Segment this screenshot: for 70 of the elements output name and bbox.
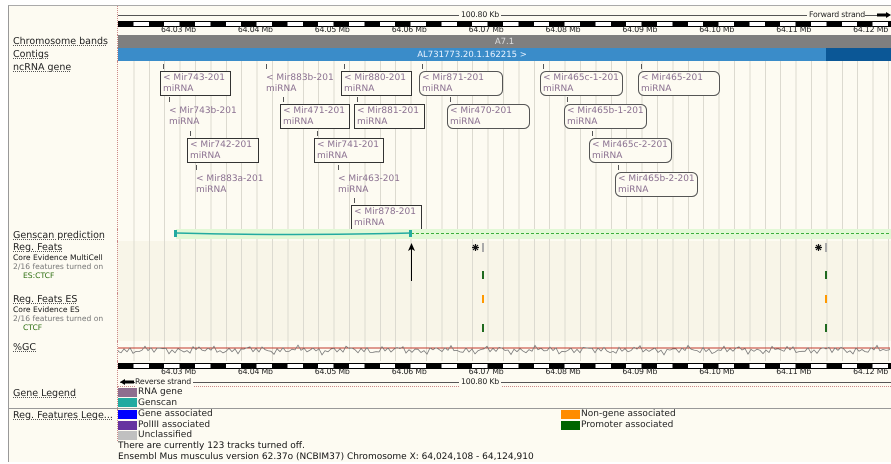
gene-label[interactable]: < Mir463-201 miRNA	[335, 172, 403, 197]
feature-mark[interactable]	[825, 295, 827, 303]
feature-tick	[354, 198, 355, 203]
track-label[interactable]: Chromosome bands	[13, 36, 117, 47]
chromosome-band: A7.1	[118, 35, 891, 48]
feature-mark[interactable]	[825, 271, 827, 279]
track-label[interactable]: Genscan prediction	[13, 230, 117, 241]
gene-label[interactable]: < Mir465-201 miRNA	[638, 71, 720, 96]
feature-tick	[592, 131, 593, 136]
up-arrow	[408, 243, 415, 281]
strand-arrow-icon	[877, 12, 891, 18]
feature-mark[interactable]	[825, 324, 827, 332]
legend-text: Non-gene associated	[581, 409, 676, 420]
gene-label[interactable]: < Mir471-201 miRNA	[280, 104, 350, 129]
feature-tick	[567, 97, 568, 102]
legend-text: PolIII associated	[138, 420, 210, 430]
gene-label[interactable]: < Mir881-201 miRNA	[354, 104, 425, 129]
legend-text: Unclassified	[138, 430, 192, 441]
contig-bar	[826, 48, 891, 61]
track-label[interactable]: Reg. Feats	[13, 242, 117, 253]
feature-tick	[196, 165, 197, 170]
gene-label[interactable]: < Mir871-201 miRNA	[419, 71, 503, 96]
feature-tick	[266, 64, 267, 69]
gene-label[interactable]: < Mir883b-201 miRNA	[263, 71, 337, 96]
gene-label[interactable]: < Mir743b-201 miRNA	[166, 104, 240, 129]
feature-tick	[357, 97, 358, 102]
gene-label[interactable]: < Mir880-201 miRNA	[341, 71, 412, 96]
gene-label[interactable]: < Mir883a-201 miRNA	[193, 172, 266, 197]
legend-text: Promoter associated	[581, 420, 674, 430]
track-label[interactable]: ncRNA gene	[13, 62, 117, 73]
legend-label[interactable]: Reg. Features Lege...	[13, 410, 117, 422]
track-label[interactable]: %GC	[13, 342, 117, 353]
gene-label[interactable]: < Mir743-201 miRNA	[160, 71, 231, 96]
asterisk-icon	[815, 244, 822, 251]
contig-bar: AL731773.20.1.162215 >	[118, 48, 826, 61]
legend-text: RNA gene	[138, 387, 182, 398]
feature-tick	[338, 165, 339, 170]
feature-mark[interactable]	[482, 243, 484, 252]
feature-mark[interactable]	[482, 324, 484, 332]
feature-tick	[543, 64, 544, 69]
track-label[interactable]: Reg. Feats ES	[13, 294, 117, 305]
footer-text: Ensembl Mus musculus version 62.37o (NCBIM37) Chromosome X: 64,024,108 - 64,124,910	[118, 452, 535, 462]
gene-label[interactable]: < Mir878-201 miRNA	[351, 205, 422, 230]
legend-label[interactable]: Gene Legend	[13, 388, 117, 399]
feature-tick	[163, 64, 164, 69]
track-label[interactable]: Contigs	[13, 49, 117, 60]
feature-mark[interactable]	[482, 271, 484, 279]
gene-label[interactable]: < Mir465c-1-201 miRNA	[540, 71, 623, 96]
gene-label[interactable]: < Mir465b-2-201 miRNA	[615, 172, 698, 197]
strand-arrow-icon	[120, 379, 134, 385]
gene-label[interactable]: < Mir465b-1-201 miRNA	[564, 104, 647, 129]
feature-tick	[283, 97, 284, 102]
gene-label[interactable]: < Mir742-201 miRNA	[187, 138, 259, 163]
gene-label[interactable]: < Mir470-201 miRNA	[447, 104, 530, 129]
feature-tick	[618, 165, 619, 170]
feature-tick	[450, 97, 451, 102]
legend-text: Gene associated	[138, 409, 213, 420]
footer-text: There are currently 123 tracks turned off.	[118, 440, 306, 452]
feature-tick	[641, 64, 642, 69]
gene-label[interactable]: < Mir741-201 miRNA	[314, 138, 384, 163]
gene-label[interactable]: < Mir465c-2-201 miRNA	[589, 138, 672, 163]
legend-text: Genscan	[138, 398, 178, 408]
feature-mark[interactable]	[825, 243, 827, 252]
feature-tick	[422, 64, 423, 69]
feature-tick	[190, 131, 191, 136]
feature-tick	[169, 97, 170, 102]
feature-tick	[317, 131, 318, 136]
asterisk-icon	[472, 244, 479, 251]
feature-tick	[344, 64, 345, 69]
feature-mark[interactable]	[482, 295, 484, 303]
